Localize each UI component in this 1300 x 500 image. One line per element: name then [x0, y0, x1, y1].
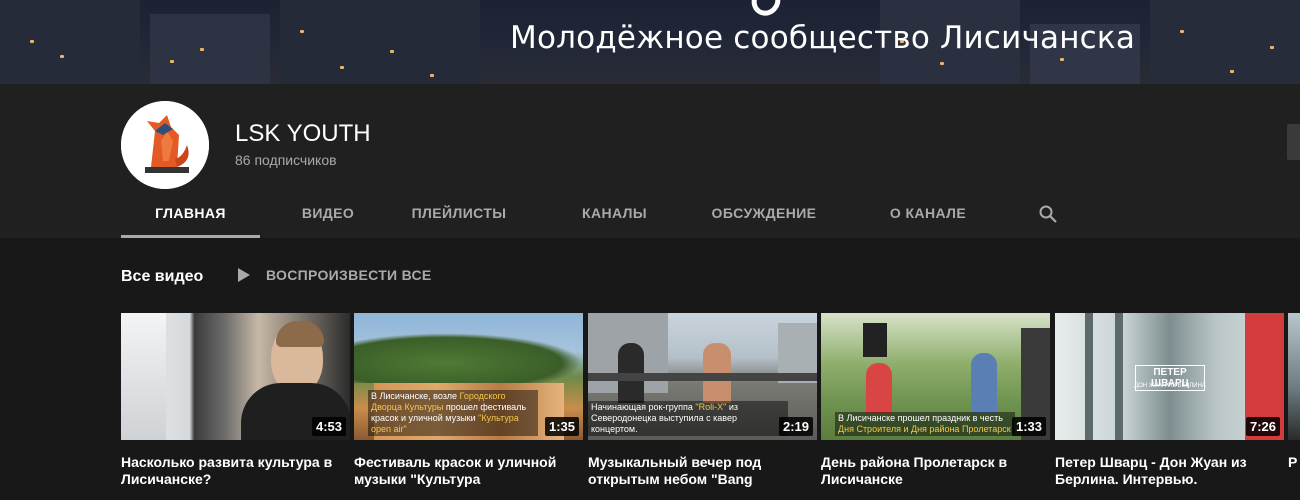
tab-label: ОБСУЖДЕНИЕ: [711, 205, 817, 221]
video-thumbnail[interactable]: [1288, 313, 1300, 440]
channel-name[interactable]: LSK YOUTH: [235, 120, 371, 148]
video-title[interactable]: Музыкальный вечер под открытым небом "Ba…: [588, 454, 817, 488]
video-card[interactable]: Начинающая рок-группа "Roli-X" из Северо…: [588, 313, 817, 487]
caption-text: Начинающая рок-группа: [591, 402, 696, 412]
search-icon[interactable]: [1038, 204, 1058, 224]
tab-about[interactable]: О КАНАЛЕ: [878, 188, 978, 238]
video-title[interactable]: Петер Шварц - Дон Жуан из Берлина. Интер…: [1055, 454, 1284, 488]
section-title[interactable]: Все видео: [121, 268, 203, 286]
caption-highlight: "Roli-X": [695, 402, 727, 412]
community-logo-icon: [745, 0, 787, 22]
video-duration: 7:26: [1245, 417, 1280, 436]
channel-avatar[interactable]: [121, 101, 209, 189]
video-title-partial[interactable]: Р: [1288, 454, 1297, 470]
video-thumbnail[interactable]: Начинающая рок-группа "Roli-X" из Северо…: [588, 313, 817, 440]
tab-videos[interactable]: ВИДЕО: [282, 188, 374, 238]
active-tab-indicator: [121, 235, 260, 238]
play-all-button[interactable]: ВОСПРОИЗВЕСТИ ВСЕ: [238, 267, 432, 283]
video-card[interactable]: 4:53 Насколько развита культура в Лисича…: [121, 313, 350, 487]
video-title[interactable]: День района Пролетарск в Лисичанске: [821, 454, 1050, 488]
tab-label: КАНАЛЫ: [582, 205, 647, 221]
channel-header: LSK YOUTH 86 подписчиков ГЛАВНАЯ ВИДЕО П…: [0, 84, 1300, 238]
video-caption: Начинающая рок-группа "Roli-X" из Северо…: [588, 401, 788, 436]
video-card[interactable]: В Лисичанске, возле Городского Дворца Ку…: [354, 313, 583, 487]
caption-highlight: Дня Строителя и Дня района Пролетарск: [838, 424, 1011, 434]
video-card[interactable]: ПЕТЕР ШВАРЦ ДОН ЖУАН ИЗ БЕРЛИНА 7:26 Пет…: [1055, 313, 1284, 487]
tab-channels[interactable]: КАНАЛЫ: [567, 188, 662, 238]
video-card[interactable]: В Лисичанске прошел праздник в честь Дня…: [821, 313, 1050, 487]
caption-text: В Лисичанске прошел праздник в честь: [838, 413, 1003, 423]
video-duration: 1:35: [544, 417, 579, 436]
tab-label: О КАНАЛЕ: [889, 205, 967, 221]
subscribe-button[interactable]: [1287, 124, 1300, 160]
tab-playlists[interactable]: ПЛЕЙЛИСТЫ: [404, 188, 514, 238]
caption-text: В Лисичанске, возле: [371, 391, 460, 401]
tab-discussion[interactable]: ОБСУЖДЕНИЕ: [704, 188, 824, 238]
video-thumbnail[interactable]: 4:53: [121, 313, 350, 440]
play-all-label: ВОСПРОИЗВЕСТИ ВСЕ: [266, 267, 432, 283]
tab-label: ВИДЕО: [301, 205, 355, 221]
video-card-partial[interactable]: [1288, 313, 1300, 440]
tab-label: ГЛАВНАЯ: [155, 205, 226, 221]
video-thumbnail[interactable]: В Лисичанске, возле Городского Дворца Ку…: [354, 313, 583, 440]
video-duration: 4:53: [311, 417, 346, 436]
video-caption: В Лисичанске прошел праздник в честь Дня…: [835, 412, 1015, 436]
play-icon: [238, 268, 250, 282]
banner-title: Молодёжное сообщество Лисичанска: [510, 20, 1136, 56]
video-thumbnail[interactable]: ПЕТЕР ШВАРЦ ДОН ЖУАН ИЗ БЕРЛИНА 7:26: [1055, 313, 1284, 440]
video-caption: В Лисичанске, возле Городского Дворца Ку…: [368, 390, 538, 436]
channel-banner: Молодёжное сообщество Лисичанска: [0, 0, 1300, 84]
tab-home[interactable]: ГЛАВНАЯ: [121, 188, 260, 238]
video-duration: 1:33: [1011, 417, 1046, 436]
fox-logo-icon: [121, 101, 209, 189]
video-title[interactable]: Насколько развита культура в Лисичанске?: [121, 454, 350, 488]
video-thumbnail[interactable]: В Лисичанске прошел праздник в честь Дня…: [821, 313, 1050, 440]
video-title[interactable]: Фестиваль красок и уличной музыки "Культ…: [354, 454, 583, 488]
video-duration: 2:19: [778, 417, 813, 436]
subscriber-count: 86 подписчиков: [235, 152, 337, 168]
tab-label: ПЛЕЙЛИСТЫ: [411, 205, 507, 221]
thumbnail-overlay-subtitle: ДОН ЖУАН ИЗ БЕРЛИНА: [1134, 383, 1206, 389]
